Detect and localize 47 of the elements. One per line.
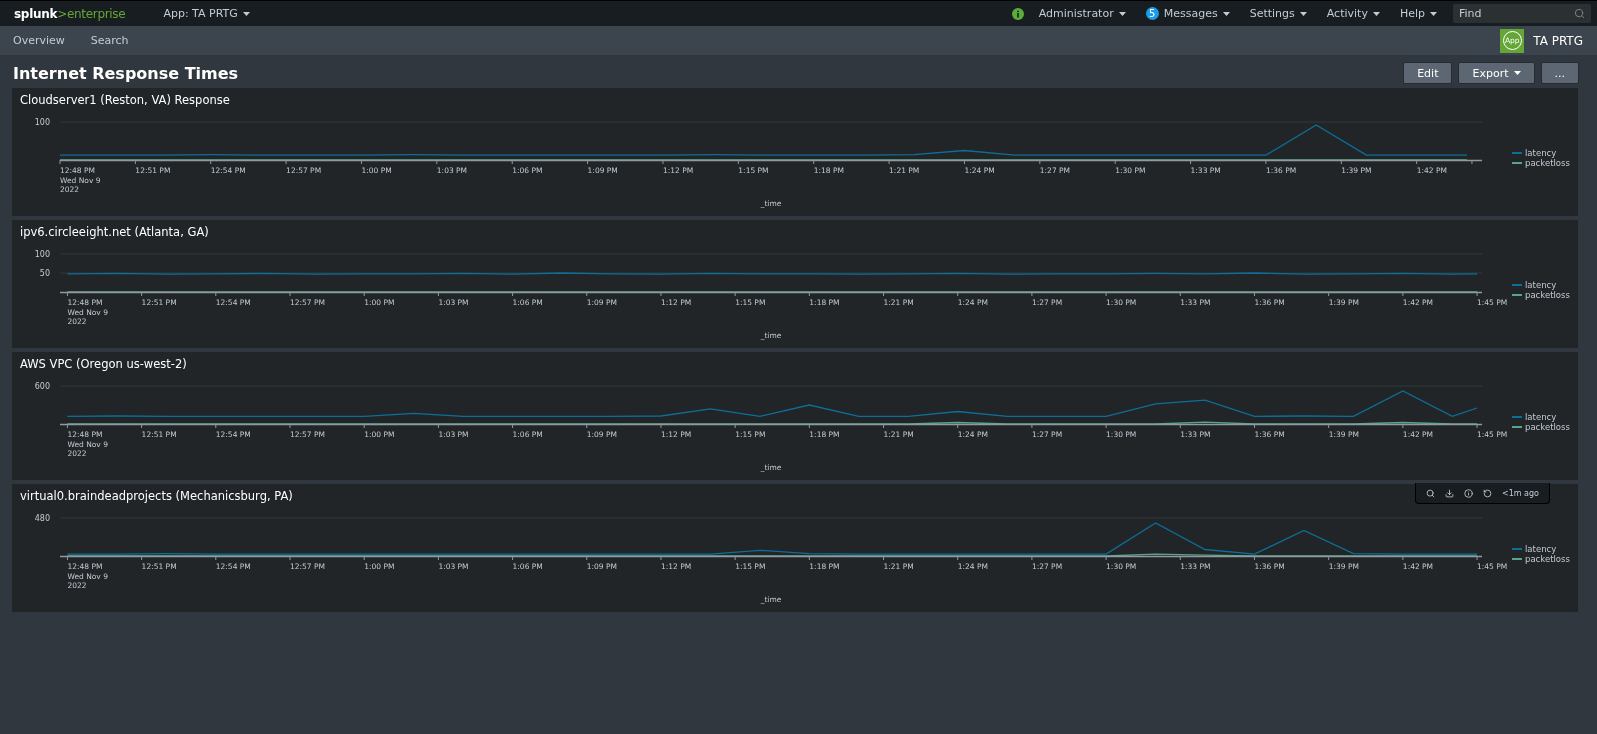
menu-button[interactable]: Administrator <box>1001 7 1136 20</box>
count-badge: 5 <box>1145 7 1159 20</box>
download-icon[interactable] <box>1445 488 1454 498</box>
caret-icon <box>1222 11 1230 16</box>
legend-item: latency <box>1512 148 1570 158</box>
app-name: TA PRTG <box>1533 33 1583 48</box>
search-icon[interactable] <box>1426 488 1435 498</box>
legend-item: packetloss <box>1512 554 1570 564</box>
y-tick-label: 100 <box>34 250 50 259</box>
caret-icon <box>242 11 250 16</box>
info-icon <box>1011 7 1024 20</box>
caret-icon <box>1430 11 1437 16</box>
panel-title: AWS VPC (Oregon us-west-2) <box>20 357 187 373</box>
search-field[interactable]: Find <box>1453 4 1591 23</box>
caret-icon <box>1372 11 1380 16</box>
menu-button[interactable]: 5 Messages <box>1135 7 1240 20</box>
panel-title: ipv6.circleeight.net (Atlanta, GA) <box>20 225 209 241</box>
caret-icon <box>1513 71 1521 75</box>
caret-icon <box>1299 11 1307 16</box>
panel-title: Cloudserver1 (Reston, VA) Response <box>20 93 230 109</box>
y-tick-label: 50 <box>39 269 50 278</box>
search-icon <box>1574 8 1585 19</box>
dashboard-title: Internet Response Times <box>13 63 240 83</box>
legend-item: packetloss <box>1512 290 1570 300</box>
panel-title: virtual0.braindeadprojects (Mechanicsburg, PA) <box>20 489 293 505</box>
refresh-icon[interactable] <box>1483 488 1492 498</box>
info-icon[interactable] <box>1464 488 1473 498</box>
nav-link[interactable]: Search <box>77 34 142 47</box>
app-menu[interactable]: App: TA PRTG <box>153 7 260 20</box>
y-tick-label: 600 <box>34 382 50 391</box>
menu-button[interactable]: Settings <box>1239 7 1317 20</box>
caret-icon <box>1118 11 1126 16</box>
legend-item: latency <box>1512 544 1570 554</box>
action-button[interactable]: Export <box>1458 62 1535 84</box>
nav-link[interactable]: Overview <box>0 34 78 47</box>
legend-item: packetloss <box>1512 422 1570 432</box>
logo[interactable]: splunk>enterprise <box>14 6 126 21</box>
refresh-time: <1m ago <box>1502 488 1539 498</box>
y-tick-label: 100 <box>34 118 50 127</box>
action-button[interactable]: Edit <box>1403 62 1453 84</box>
legend-item: latency <box>1512 280 1570 290</box>
action-button[interactable]: ... <box>1540 62 1579 84</box>
legend-item: latency <box>1512 412 1570 422</box>
menu-button[interactable]: Help <box>1389 7 1447 20</box>
y-tick-label: 480 <box>34 514 50 523</box>
menu-button[interactable]: Activity <box>1316 7 1390 20</box>
legend-item: packetloss <box>1512 158 1570 168</box>
